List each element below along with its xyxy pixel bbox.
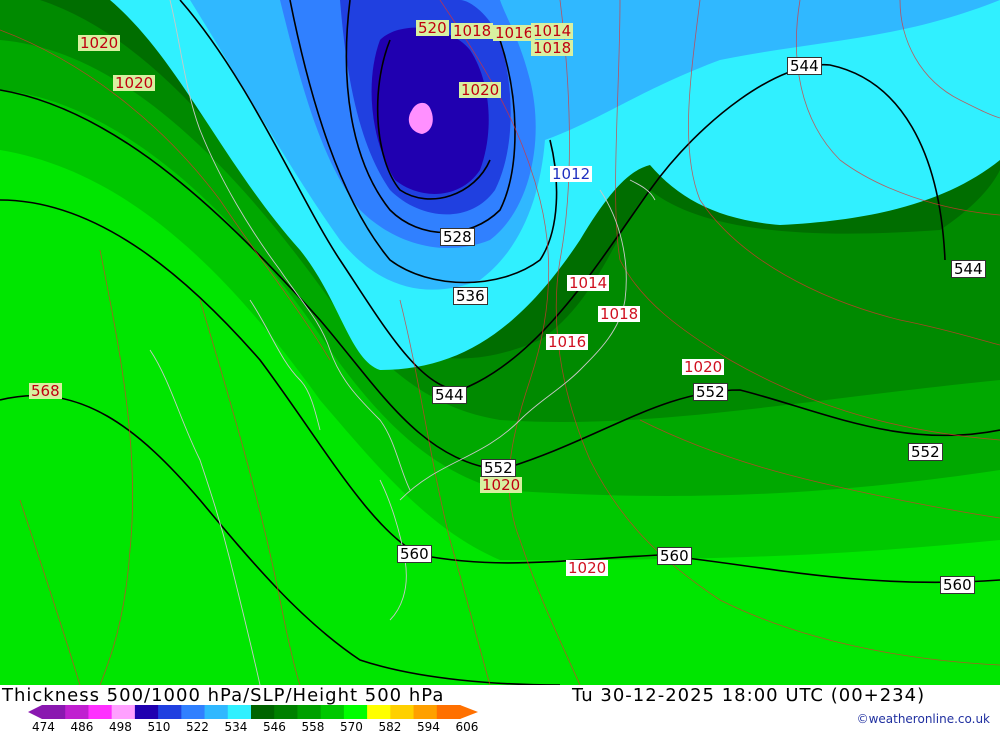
legend-tick-label: 510	[147, 720, 171, 734]
height-label-552: 552	[481, 459, 516, 477]
pressure-label-1020: 1020	[459, 81, 502, 99]
legend-swatch	[297, 705, 322, 719]
height-label-544: 544	[432, 386, 467, 404]
legend-swatch	[367, 705, 391, 719]
pressure-label-1020: 1020	[682, 358, 725, 376]
legend-swatch	[65, 705, 89, 719]
legend-tick-label: 498	[109, 720, 132, 734]
pressure-label-1018: 1018	[598, 305, 641, 323]
legend-tick-label: 534	[224, 720, 248, 734]
height-label-568: 568	[29, 382, 62, 400]
pressure-label-1020: 1020	[480, 476, 523, 494]
height-label-544: 544	[787, 57, 822, 75]
legend-tick-label: 474	[32, 720, 55, 734]
legend-swatch	[204, 705, 229, 719]
legend-swatch	[320, 705, 345, 719]
legend-swatch	[274, 705, 298, 719]
legend-swatch	[134, 705, 159, 719]
pressure-label-1018: 1018	[531, 39, 574, 57]
legend-swatch	[343, 705, 368, 719]
pressure-label-1014: 1014	[567, 274, 610, 292]
legend-swatch	[42, 705, 66, 719]
legend-arrow-left	[28, 705, 42, 719]
map-footer: Thickness 500/1000 hPa/SLP/Height 500 hP…	[0, 685, 1000, 734]
pressure-label-1016: 1016	[493, 24, 536, 42]
legend-tick-label: 570	[340, 720, 363, 734]
legend-swatch	[251, 705, 275, 719]
credit-link[interactable]: ©weatheronline.co.uk	[857, 712, 990, 726]
legend-tick-label: 486	[70, 720, 94, 734]
legend-swatch	[111, 705, 136, 719]
height-label-560: 560	[397, 545, 432, 563]
legend-tick-label: 594	[417, 720, 440, 734]
height-label-552: 552	[908, 443, 943, 461]
legend-tick-label: 546	[263, 720, 286, 734]
pressure-label-1016: 1016	[546, 333, 589, 351]
height-label-544: 544	[951, 260, 986, 278]
legend-tick-label: 606	[455, 720, 479, 734]
legend-swatch	[390, 705, 415, 719]
valid-time: Tu 30-12-2025 18:00 UTC (00+234)	[572, 685, 926, 706]
pressure-label-1020: 1020	[78, 34, 121, 52]
legend-swatch	[158, 705, 182, 719]
height-label-560: 560	[940, 576, 975, 594]
legend-swatch	[413, 705, 438, 719]
legend-swatch	[227, 705, 252, 719]
legend-tick-label: 582	[378, 720, 402, 734]
height-label-552: 552	[693, 383, 728, 401]
legend-tick-label: 522	[186, 720, 209, 734]
legend-swatch	[436, 705, 461, 719]
legend-arrow-right	[460, 705, 478, 719]
map-title: Thickness 500/1000 hPa/SLP/Height 500 hP…	[2, 685, 445, 706]
height-label-536: 536	[453, 287, 488, 305]
height-label-520: 520	[416, 19, 449, 37]
pressure-label-1012: 1012	[550, 165, 593, 183]
weather-map: 520 528 536 544 544 544 552 552 552 560 …	[0, 0, 1000, 685]
color-legend-bar	[28, 705, 478, 719]
pressure-label-1014: 1014	[531, 22, 574, 40]
pressure-label-1018: 1018	[451, 22, 494, 40]
height-label-560: 560	[657, 547, 692, 565]
legend-tick-label: 558	[301, 720, 325, 734]
height-label-528: 528	[440, 228, 475, 246]
thickness-map-canvas	[0, 0, 1000, 685]
pressure-label-1020: 1020	[566, 559, 609, 577]
legend-swatch	[88, 705, 113, 719]
legend-swatch	[181, 705, 206, 719]
pressure-label-1020: 1020	[113, 74, 156, 92]
